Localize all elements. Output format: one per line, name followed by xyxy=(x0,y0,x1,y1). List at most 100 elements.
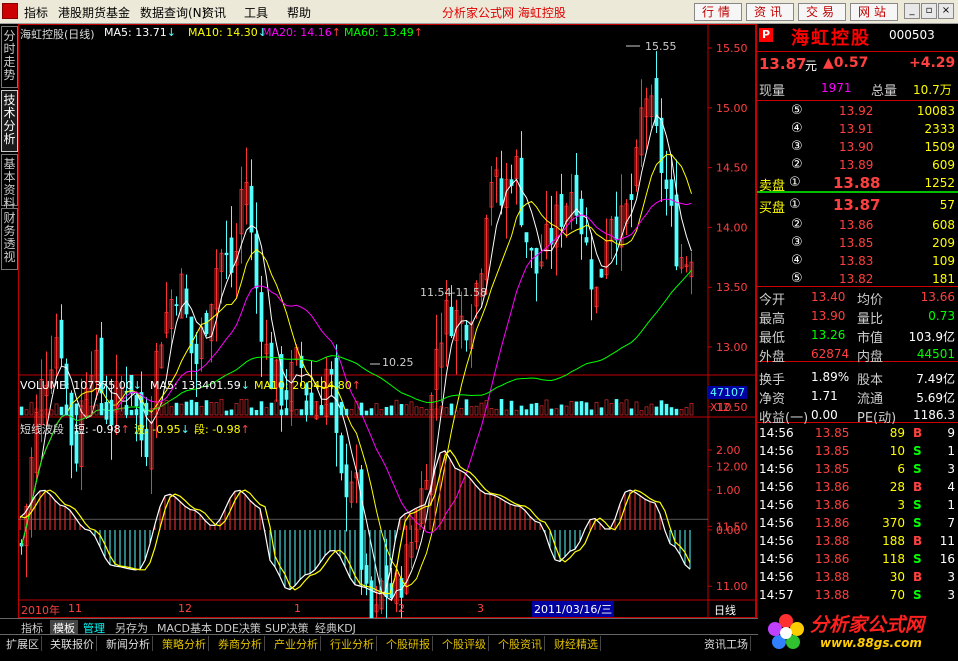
sell-row[interactable]: ④ 13.91 2333 xyxy=(757,121,958,139)
tick-side: B xyxy=(913,480,923,494)
stat-row[interactable]: 今开 13.40 均价 13.66 xyxy=(757,289,958,308)
tab-industry[interactable]: 产业分析 xyxy=(272,636,321,651)
trade-button[interactable]: 交易 xyxy=(798,3,846,21)
minimize-icon[interactable]: _ xyxy=(904,3,920,19)
menu-item-indicators[interactable]: 指标 xyxy=(24,4,48,21)
tab-related-quote[interactable]: 关联报价 xyxy=(48,636,97,651)
tab-stock-news[interactable]: 个股资讯 xyxy=(496,636,545,651)
tab-fundamentals[interactable]: 基本资料 xyxy=(1,154,18,210)
volume-bar xyxy=(469,406,474,416)
menu-item-tools[interactable]: 工具 xyxy=(244,4,268,21)
ma10-legend: MA10: 14.30↓ xyxy=(188,26,267,39)
volume-bar xyxy=(194,402,199,416)
buy-row[interactable]: ③ 13.85 209 xyxy=(757,235,958,253)
sell-row[interactable]: ② 13.89 609 xyxy=(757,157,958,175)
x-label-2: 2 xyxy=(398,602,405,615)
tab-technical[interactable]: 技术分析 xyxy=(1,90,18,152)
volume-bar xyxy=(134,409,139,416)
volume-legend: VOLUME: 107375.00↓ xyxy=(20,379,142,392)
volume-bar xyxy=(419,407,424,416)
tab-broker[interactable]: 券商分析 xyxy=(216,636,265,651)
tick-time: 14:56 xyxy=(759,444,794,458)
osc-tick-label: 0.00 xyxy=(716,524,741,537)
website-button[interactable]: 网站 xyxy=(850,3,898,21)
quote-button[interactable]: 行情 xyxy=(694,3,742,21)
volume-bar xyxy=(374,403,379,416)
volume-bar xyxy=(204,400,209,416)
brand-watermark: 分析家公式网 www.88gs.com xyxy=(758,604,958,661)
volume-bar xyxy=(344,408,349,416)
buy-row[interactable]: ④ 13.83 109 xyxy=(757,253,958,271)
volume-row: 现量 1971 总量 10.7万 xyxy=(757,80,958,99)
tick-row[interactable]: 14:56 13.86 28 B 4 xyxy=(757,479,958,497)
menu-item-hk-futures[interactable]: 港股期货基金 xyxy=(58,4,130,21)
tick-row[interactable]: 14:57 13.88 70 S 3 xyxy=(757,587,958,605)
tick-price: 13.88 xyxy=(815,588,850,602)
candle-body xyxy=(464,324,469,341)
tick-vol: 6 xyxy=(897,462,905,476)
stat-row[interactable]: 收益(一) 0.00 PE(动) 1186.3 xyxy=(757,407,958,426)
brand-flower-logo xyxy=(768,614,804,649)
price-tick-label: 11.00 xyxy=(716,580,748,593)
tab-intraday[interactable]: 分时走势 xyxy=(1,26,18,88)
tab-finance-picks[interactable]: 财经精选 xyxy=(552,636,601,651)
sell-row[interactable]: ⑤ 13.92 10083 xyxy=(757,103,958,121)
tab-strategy[interactable]: 策略分析 xyxy=(160,636,209,651)
tab-research[interactable]: 个股研报 xyxy=(384,636,433,651)
tab-ext-area[interactable]: 扩展区 xyxy=(4,636,42,651)
quote-panel: P 海虹控股 000503 13.87 元 ▲0.57 +4.29 现量 197… xyxy=(756,24,958,618)
tab-sector[interactable]: 行业分析 xyxy=(328,636,377,651)
app-logo-icon[interactable] xyxy=(2,3,18,19)
close-icon[interactable]: × xyxy=(938,3,954,19)
period-label[interactable]: 日线 xyxy=(714,602,736,618)
menu-item-news[interactable]: 资讯 xyxy=(202,4,226,21)
stat-value: 13.90 xyxy=(811,309,846,323)
tick-row[interactable]: 14:56 13.85 10 S 1 xyxy=(757,443,958,461)
buy-row[interactable]: ⑤ 13.82 181 xyxy=(757,271,958,289)
volume-ma5-legend: MA5: 133401.59↓ xyxy=(150,379,250,392)
candle-body xyxy=(669,179,674,206)
volume-bar xyxy=(199,405,204,416)
stat-row[interactable]: 换手 1.89% 股本 7.49亿 xyxy=(757,369,958,388)
volume-bar xyxy=(239,398,244,416)
tick-row[interactable]: 14:56 13.85 89 B 9 xyxy=(757,425,958,443)
tab-news-analysis[interactable]: 新闻分析 xyxy=(104,636,153,651)
sell-price: 13.92 xyxy=(839,104,874,118)
tab-rating[interactable]: 个股评级 xyxy=(440,636,489,651)
candle-body xyxy=(534,247,539,274)
tick-row[interactable]: 14:56 13.85 6 S 3 xyxy=(757,461,958,479)
tick-row[interactable]: 14:56 13.86 3 S 1 xyxy=(757,497,958,515)
buy-row[interactable]: ② 13.86 608 xyxy=(757,217,958,235)
stat-row[interactable]: 净资 1.71 流通 5.69亿 xyxy=(757,388,958,407)
stat-label: 内盘 xyxy=(857,350,884,365)
price-change-pct: +4.29 xyxy=(909,55,956,71)
sell-row[interactable]: ③ 13.90 1509 xyxy=(757,139,958,157)
stat-row[interactable]: 最低 13.26 市值 103.9亿 xyxy=(757,327,958,346)
volume-bar xyxy=(59,406,64,416)
menu-item-help[interactable]: 帮助 xyxy=(287,4,311,21)
tick-row[interactable]: 14:56 13.86 118 S 16 xyxy=(757,551,958,569)
kline-chart[interactable]: 15.5015.0014.5014.0013.5013.0012.5012.00… xyxy=(18,24,756,618)
volume-bar xyxy=(544,399,549,416)
menu-item-data-query[interactable]: 数据查询(N) xyxy=(140,4,206,21)
restore-icon[interactable]: ▫ xyxy=(921,3,937,19)
tick-row[interactable]: 14:56 13.88 30 B 3 xyxy=(757,569,958,587)
tick-time: 14:56 xyxy=(759,552,794,566)
stat-row[interactable]: 最高 13.90 量比 0.73 xyxy=(757,308,958,327)
buy-1-row[interactable]: 买盘 ① 13.87 57 xyxy=(757,196,958,217)
info-button[interactable]: 资讯 xyxy=(746,3,794,21)
volume-bar xyxy=(649,403,654,416)
tick-time: 14:56 xyxy=(759,498,794,512)
chart-area[interactable]: 15.50 15.00 14.50 14.00 13.50 13.00 12.50 12.00… xyxy=(18,24,756,618)
tick-row[interactable]: 14:56 13.88 188 B 11 xyxy=(757,533,958,551)
current-price: 13.87 xyxy=(759,55,807,73)
volume-bar xyxy=(209,401,214,416)
volume-bar xyxy=(394,399,399,416)
candle-body xyxy=(254,233,259,289)
stat-row[interactable]: 外盘 62874 内盘 44501 xyxy=(757,346,958,365)
stat-value: 5.69亿 xyxy=(916,391,955,405)
tick-row[interactable]: 14:56 13.86 370 S 7 xyxy=(757,515,958,533)
tick-time: 14:56 xyxy=(759,480,794,494)
tab-info-workshop[interactable]: 资讯工场 xyxy=(702,636,751,651)
tab-financials[interactable]: 财务透视 xyxy=(1,208,18,270)
